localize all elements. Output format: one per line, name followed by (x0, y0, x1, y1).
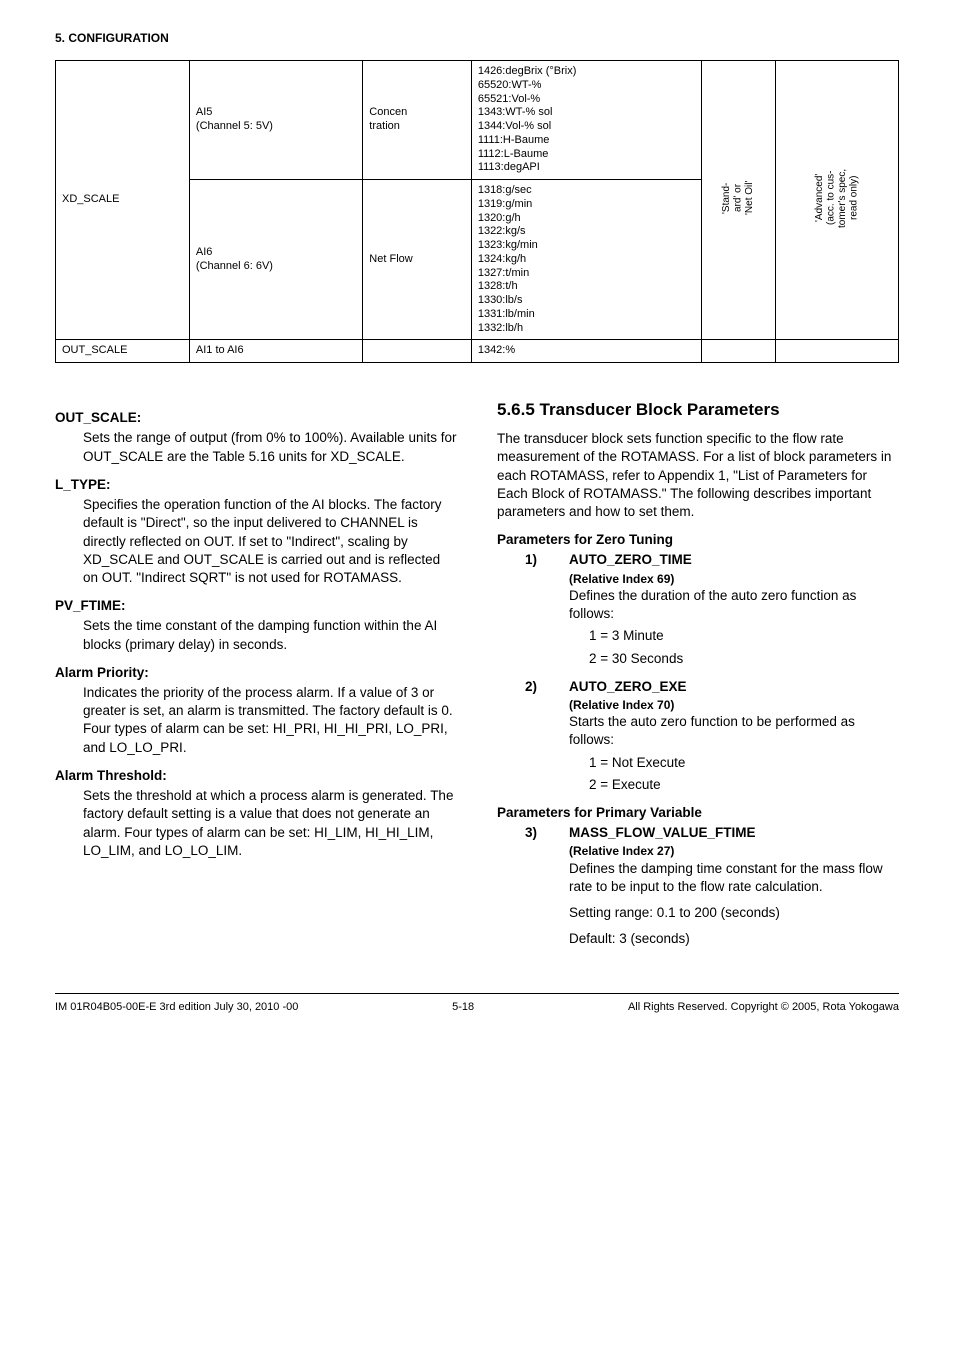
option-a: 1 = Not Execute (589, 754, 899, 772)
codes-cell: 1318:g/sec 1319:g/min 1320:g/h 1322:kg/s… (471, 180, 701, 340)
alarm-threshold-label: Alarm Threshold: (55, 767, 457, 785)
pv-ftime-text: Sets the time constant of the damping fu… (83, 617, 457, 653)
option-b: 2 = 30 Seconds (589, 650, 899, 668)
v2-text: 'Advanced' (acc. to cus- tomer's spec, r… (814, 158, 860, 238)
alarm-priority-text: Indicates the priority of the process al… (83, 684, 457, 757)
param-range: Setting range: 0.1 to 200 (seconds) (569, 904, 899, 922)
page-footer: IM 01R04B05-00E-E 3rd edition July 30, 2… (55, 993, 899, 1015)
right-column: 5.6.5 Transducer Block Parameters The tr… (497, 399, 899, 958)
out-scale-text: Sets the range of output (from 0% to 100… (83, 429, 457, 465)
param-item-3: 3) MASS_FLOW_VALUE_FTIME (Relative Index… (497, 824, 899, 948)
param-subtitle: (Relative Index 69) (569, 571, 899, 587)
footer-mid: 5-18 (452, 1000, 474, 1015)
left-column: OUT_SCALE: Sets the range of output (fro… (55, 399, 457, 958)
param-default: Default: 3 (seconds) (569, 930, 899, 948)
param-subtitle: (Relative Index 27) (569, 843, 899, 859)
option-b: 2 = Execute (589, 776, 899, 794)
chan-cell: AI1 to AI6 (189, 340, 362, 363)
item-number: 3) (525, 824, 537, 842)
zero-tuning-title: Parameters for Zero Tuning (497, 531, 899, 549)
config-table: XD_SCALE AI5 (Channel 5: 5V) Concen trat… (55, 60, 899, 363)
chan-cell: AI5 (Channel 5: 5V) (189, 61, 362, 180)
param-item-2: 2) AUTO_ZERO_EXE (Relative Index 70) Sta… (497, 678, 899, 794)
param-title: AUTO_ZERO_EXE (569, 678, 899, 696)
out-scale-label: OUT_SCALE: (55, 409, 457, 427)
footer-left: IM 01R04B05-00E-E 3rd edition July 30, 2… (55, 1000, 298, 1015)
type-cell: Net Flow (363, 180, 472, 340)
item-number: 1) (525, 551, 537, 569)
param-cell: XD_SCALE (56, 61, 190, 340)
option-a: 1 = 3 Minute (589, 627, 899, 645)
param-text: Defines the damping time constant for th… (569, 860, 899, 896)
v2-cell: 'Advanced' (acc. to cus- tomer's spec, r… (776, 61, 899, 340)
alarm-priority-label: Alarm Priority: (55, 664, 457, 682)
param-subtitle: (Relative Index 70) (569, 697, 899, 713)
right-heading: 5.6.5 Transducer Block Parameters (497, 399, 899, 422)
param-title: MASS_FLOW_VALUE_FTIME (569, 824, 899, 842)
param-title: AUTO_ZERO_TIME (569, 551, 899, 569)
chan-cell: AI6 (Channel 6: 6V) (189, 180, 362, 340)
pv-ftime-label: PV_FTIME: (55, 597, 457, 615)
section-label: 5. CONFIGURATION (55, 30, 899, 46)
alarm-threshold-text: Sets the threshold at which a process al… (83, 787, 457, 860)
param-cell: OUT_SCALE (56, 340, 190, 363)
codes-cell: 1342:% (471, 340, 701, 363)
l-type-label: L_TYPE: (55, 476, 457, 494)
l-type-text: Specifies the operation function of the … (83, 496, 457, 587)
v1-cell: 'Stand- ard' or 'Net Oil' (701, 61, 776, 340)
param-text: Defines the duration of the auto zero fu… (569, 587, 899, 623)
param-text: Starts the auto zero function to be perf… (569, 713, 899, 749)
type-cell: Concen tration (363, 61, 472, 180)
right-intro: The transducer block sets function speci… (497, 430, 899, 521)
primary-var-title: Parameters for Primary Variable (497, 804, 899, 822)
param-item-1: 1) AUTO_ZERO_TIME (Relative Index 69) De… (497, 551, 899, 667)
codes-cell: 1426:degBrix (°Brix) 65520:WT-% 65521:Vo… (471, 61, 701, 180)
v1-text: 'Stand- ard' or 'Net Oil' (721, 158, 756, 238)
item-number: 2) (525, 678, 537, 696)
footer-right: All Rights Reserved. Copyright © 2005, R… (628, 1000, 899, 1015)
